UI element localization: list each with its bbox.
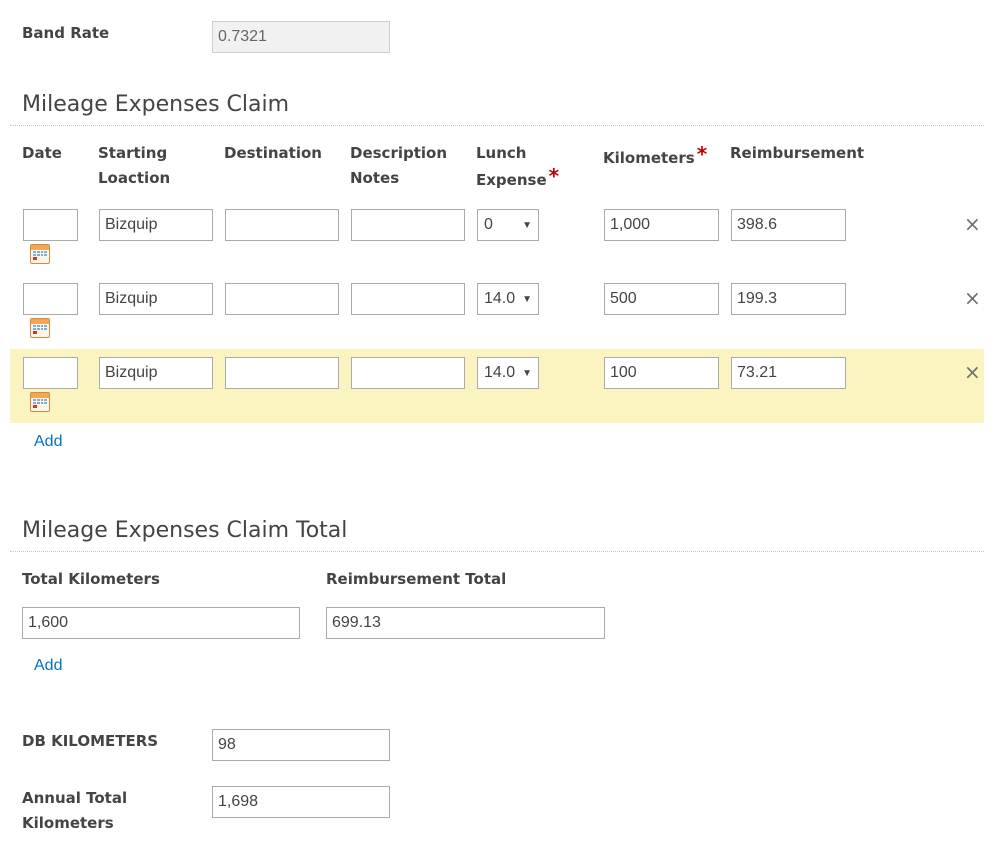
remove-row-icon[interactable]: ×: [964, 360, 981, 384]
kilometers-input[interactable]: 1,000: [604, 209, 719, 241]
description-notes-input[interactable]: [351, 357, 465, 389]
destination-input[interactable]: [225, 283, 339, 315]
calendar-icon[interactable]: [30, 392, 50, 412]
calendar-icon[interactable]: [30, 318, 50, 338]
column-header-destination: Destination: [224, 144, 322, 162]
lunch-expense-select[interactable]: 14.0 ▼: [477, 357, 539, 389]
db-kilometers-field[interactable]: 98: [212, 729, 390, 761]
chevron-down-icon: ▼: [522, 293, 532, 305]
kilometers-input[interactable]: 500: [604, 283, 719, 315]
add-total-link[interactable]: Add: [34, 657, 62, 675]
table-row-highlighted: Bizquip 14.0 ▼ 100 73.21 ×: [10, 349, 984, 423]
column-header-line: Expense *: [476, 164, 560, 193]
annual-total-label: Annual Total Kilometers: [22, 786, 127, 836]
destination-input[interactable]: [225, 209, 339, 241]
remove-row-icon[interactable]: ×: [964, 212, 981, 236]
column-header-line: Lunch: [476, 144, 527, 162]
lunch-expense-value: 14.0: [484, 364, 516, 381]
lunch-expense-select[interactable]: 14.0 ▼: [477, 283, 539, 315]
column-header-line: Loaction: [98, 169, 171, 187]
date-input[interactable]: [23, 283, 78, 315]
required-marker: *: [548, 164, 560, 188]
required-marker: *: [696, 142, 708, 166]
label-line: Annual Total: [22, 789, 128, 807]
reimbursement-input[interactable]: 398.6: [731, 209, 846, 241]
total-kilometers-field[interactable]: 1,600: [22, 607, 300, 639]
calendar-icon[interactable]: [30, 244, 50, 264]
column-header-line: Starting: [98, 144, 168, 162]
db-kilometers-label: DB KILOMETERS: [22, 732, 159, 750]
column-header-line: Description: [350, 144, 448, 162]
chevron-down-icon: ▼: [522, 219, 532, 231]
column-header-date: Date: [22, 144, 62, 162]
band-rate-label: Band Rate: [22, 24, 110, 42]
destination-input[interactable]: [225, 357, 339, 389]
starting-location-input[interactable]: Bizquip: [99, 209, 213, 241]
starting-location-input[interactable]: Bizquip: [99, 283, 213, 315]
lunch-expense-value: 0: [484, 216, 493, 233]
column-header-lunch-expense: Lunch Expense *: [476, 141, 559, 193]
mileage-claim-title: Mileage Expenses Claim: [22, 92, 290, 117]
lunch-expense-value: 14.0: [484, 290, 516, 307]
reimbursement-input[interactable]: 199.3: [731, 283, 846, 315]
description-notes-input[interactable]: [351, 283, 465, 315]
kilometers-input[interactable]: 100: [604, 357, 719, 389]
column-header-line: Notes: [350, 169, 400, 187]
column-header-kilometers: Kilometers *: [603, 142, 708, 171]
lunch-expense-select[interactable]: 0 ▼: [477, 209, 539, 241]
description-notes-input[interactable]: [351, 209, 465, 241]
column-header-text: Kilometers: [603, 149, 695, 167]
reimbursement-total-field[interactable]: 699.13: [326, 607, 605, 639]
label-line: Kilometers: [22, 814, 114, 832]
reimbursement-input[interactable]: 73.21: [731, 357, 846, 389]
column-header-reimbursement: Reimbursement: [730, 144, 865, 162]
reimbursement-total-label: Reimbursement Total: [326, 570, 507, 588]
annual-total-field[interactable]: 1,698: [212, 786, 390, 818]
section-divider: [10, 551, 984, 552]
date-input[interactable]: [23, 357, 78, 389]
band-rate-field: 0.7321: [212, 21, 390, 53]
column-header-starting-location: Starting Loaction: [98, 141, 170, 191]
column-header-description-notes: Description Notes: [350, 141, 447, 191]
table-row: Bizquip 0 ▼ 1,000 398.6 ×: [10, 203, 984, 275]
chevron-down-icon: ▼: [522, 367, 532, 379]
table-row: Bizquip 14.0 ▼ 500 199.3 ×: [10, 277, 984, 349]
add-row-link[interactable]: Add: [34, 433, 62, 451]
section-divider: [10, 125, 984, 126]
column-header-text: Expense: [476, 171, 547, 189]
starting-location-input[interactable]: Bizquip: [99, 357, 213, 389]
total-kilometers-label: Total Kilometers: [22, 570, 160, 588]
remove-row-icon[interactable]: ×: [964, 286, 981, 310]
date-input[interactable]: [23, 209, 78, 241]
claim-total-title: Mileage Expenses Claim Total: [22, 518, 348, 543]
